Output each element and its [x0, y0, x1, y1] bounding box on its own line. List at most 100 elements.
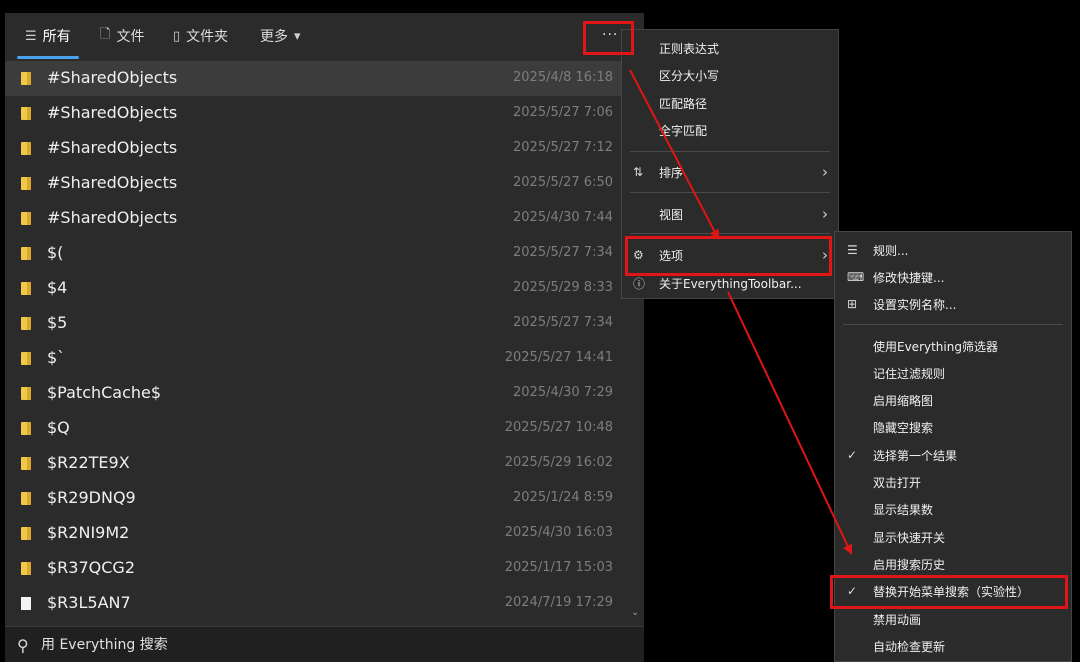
submenu-item-label: 自动检查更新	[873, 639, 946, 654]
item-name: $R37QCG2	[47, 558, 135, 577]
menu-item[interactable]: 视图 ›	[622, 201, 838, 227]
submenu-item[interactable]: 显示结果数	[835, 496, 1071, 522]
item-name: $R22TE9X	[47, 453, 130, 472]
folder-icon	[21, 142, 31, 155]
menu-item[interactable]: 全字匹配	[622, 117, 838, 143]
submenu-item[interactable]: 禁用动画	[835, 606, 1071, 632]
submenu-item[interactable]: 记住过滤规则	[835, 360, 1071, 386]
item-date: 2025/5/27 10:48	[504, 420, 613, 435]
item-date: 2025/4/30 7:44	[513, 210, 613, 225]
list-item[interactable]: $PatchCache$ 2025/4/30 7:29	[5, 376, 628, 411]
submenu-item[interactable]: 自动检查更新	[835, 633, 1071, 659]
arrow-to-replace-start-search	[727, 291, 853, 555]
scroll-down-icon[interactable]: ⌄	[631, 607, 639, 618]
item-name: $4	[47, 278, 68, 297]
menu-separator	[630, 151, 830, 152]
tab-files-label: 文件	[116, 29, 145, 45]
folder-icon	[21, 387, 31, 400]
list-item[interactable]: #SharedObjects 2025/4/8 16:18	[5, 61, 628, 96]
menu-item-label: 区分大小写	[659, 68, 720, 83]
submenu-item[interactable]: 显示快速开关	[835, 524, 1071, 550]
folder-icon	[21, 352, 31, 365]
menu-item[interactable]: 正则表达式	[622, 35, 838, 61]
everything-toolbar-panel: ☰ 所有 🗋 文件 ▯ 文件夹 更多 ▾ ··· #SharedObjects 2…	[5, 13, 644, 662]
item-name: $Q	[47, 418, 70, 437]
active-tab-indicator	[17, 56, 79, 59]
item-date: 2025/5/27 7:06	[513, 105, 613, 120]
list-item[interactable]: $R29DNQ9 2025/1/24 8:59	[5, 481, 628, 516]
highlight-options-item	[625, 236, 832, 276]
item-name: #SharedObjects	[47, 68, 178, 87]
list-item[interactable]: $R2NI9M2 2025/4/30 16:03	[5, 516, 628, 551]
submenu-item-label: 设置实例名称...	[873, 297, 957, 312]
list-item[interactable]: $5 2025/5/27 7:34	[5, 306, 628, 341]
item-name: $PatchCache$	[47, 383, 162, 402]
list-item[interactable]: $(2025/5/27 7:34	[5, 236, 628, 271]
item-name: #SharedObjects	[47, 208, 178, 227]
list-item[interactable]: #SharedObjects 2025/5/27 7:12	[5, 131, 628, 166]
item-name: #SharedObjects	[47, 103, 178, 122]
tab-more[interactable]: 更多 ▾	[260, 23, 301, 49]
menu-item[interactable]: ⇅ 排序 ›	[622, 159, 838, 185]
menu-item-label: 全字匹配	[659, 123, 708, 138]
submenu-item-label: 启用搜索历史	[873, 557, 946, 572]
submenu-item[interactable]: 启用搜索历史	[835, 551, 1071, 577]
folder-icon	[21, 527, 31, 540]
folder-icon	[21, 282, 31, 295]
list-icon: ☰	[25, 28, 37, 44]
submenu-item-label: 禁用动画	[873, 612, 922, 627]
list-item[interactable]: $Q 2025/5/27 10:48	[5, 411, 628, 446]
submenu-item[interactable]: 启用缩略图	[835, 387, 1071, 413]
list-item[interactable]: #SharedObjects 2025/5/27 7:06	[5, 96, 628, 131]
item-name: #SharedObjects	[47, 138, 178, 157]
list-item[interactable]: $4 2025/5/29 8:33	[5, 271, 628, 306]
search-input[interactable]	[41, 633, 621, 657]
item-name: $R3L5AN7	[47, 593, 131, 612]
chevron-right-icon: ›	[822, 205, 828, 223]
submenu-item[interactable]: 隐藏空搜索	[835, 414, 1071, 440]
tab-bar: ☰ 所有 🗋 文件 ▯ 文件夹 更多 ▾ ···	[5, 13, 644, 60]
menu-item[interactable]: 区分大小写	[622, 62, 838, 88]
menu-separator	[843, 324, 1063, 325]
submenu-item-label: 修改快捷键...	[873, 270, 945, 285]
submenu-item[interactable]: ⊞ 设置实例名称...	[835, 291, 1071, 317]
search-bar: ⚲	[5, 626, 644, 662]
item-date: 2025/5/29 16:02	[504, 455, 613, 470]
folder-icon	[21, 562, 31, 575]
item-date: 2025/4/30 16:03	[504, 525, 613, 540]
list-item[interactable]: $R3L5AN7 2024/7/19 17:29	[5, 586, 628, 621]
tab-folders-label: 文件夹	[186, 29, 229, 45]
item-name: #SharedObjects	[47, 173, 178, 192]
submenu-item-label: 隐藏空搜索	[873, 420, 934, 435]
list-item[interactable]: $R37QCG2 2025/1/17 15:03	[5, 551, 628, 586]
search-icon: ⚲	[17, 636, 29, 655]
list-item[interactable]: #SharedObjects 2025/4/30 7:44	[5, 201, 628, 236]
instance-icon: ⊞	[847, 297, 858, 311]
folder-icon	[21, 177, 31, 190]
submenu-item[interactable]: 双击打开	[835, 469, 1071, 495]
submenu-item[interactable]: 使用Everything筛选器	[835, 333, 1071, 359]
submenu-item-label: 规则...	[873, 243, 909, 258]
tab-folders[interactable]: ▯ 文件夹	[173, 23, 228, 49]
list-item[interactable]: $` 2025/5/27 14:41	[5, 341, 628, 376]
submenu-item-label: 启用缩略图	[873, 393, 934, 408]
submenu-item[interactable]: ⌨ 修改快捷键...	[835, 264, 1071, 290]
menu-item-label: 关于EverythingToolbar...	[659, 276, 802, 291]
menu-separator	[630, 233, 830, 234]
submenu-item[interactable]: ☰ 规则...	[835, 237, 1071, 263]
list-item[interactable]: $R22TE9X 2025/5/29 16:02	[5, 446, 628, 481]
folder-icon	[21, 107, 31, 120]
item-name: $5	[47, 313, 68, 332]
submenu-item[interactable]: ✓ 选择第一个结果	[835, 442, 1071, 468]
list-item[interactable]: #SharedObjects 2025/5/27 6:50	[5, 166, 628, 201]
item-date: 2025/4/8 16:18	[513, 70, 613, 85]
menu-item[interactable]: 匹配路径	[622, 90, 838, 116]
tab-files[interactable]: 🗋 文件	[100, 23, 144, 49]
folder-icon	[21, 422, 31, 435]
tab-all[interactable]: ☰ 所有	[25, 23, 71, 49]
item-date: 2025/4/30 7:29	[513, 385, 613, 400]
folder-icon	[21, 212, 31, 225]
item-name: $`	[47, 348, 66, 367]
tab-more-label: 更多	[260, 29, 288, 45]
rules-icon: ☰	[847, 243, 858, 257]
